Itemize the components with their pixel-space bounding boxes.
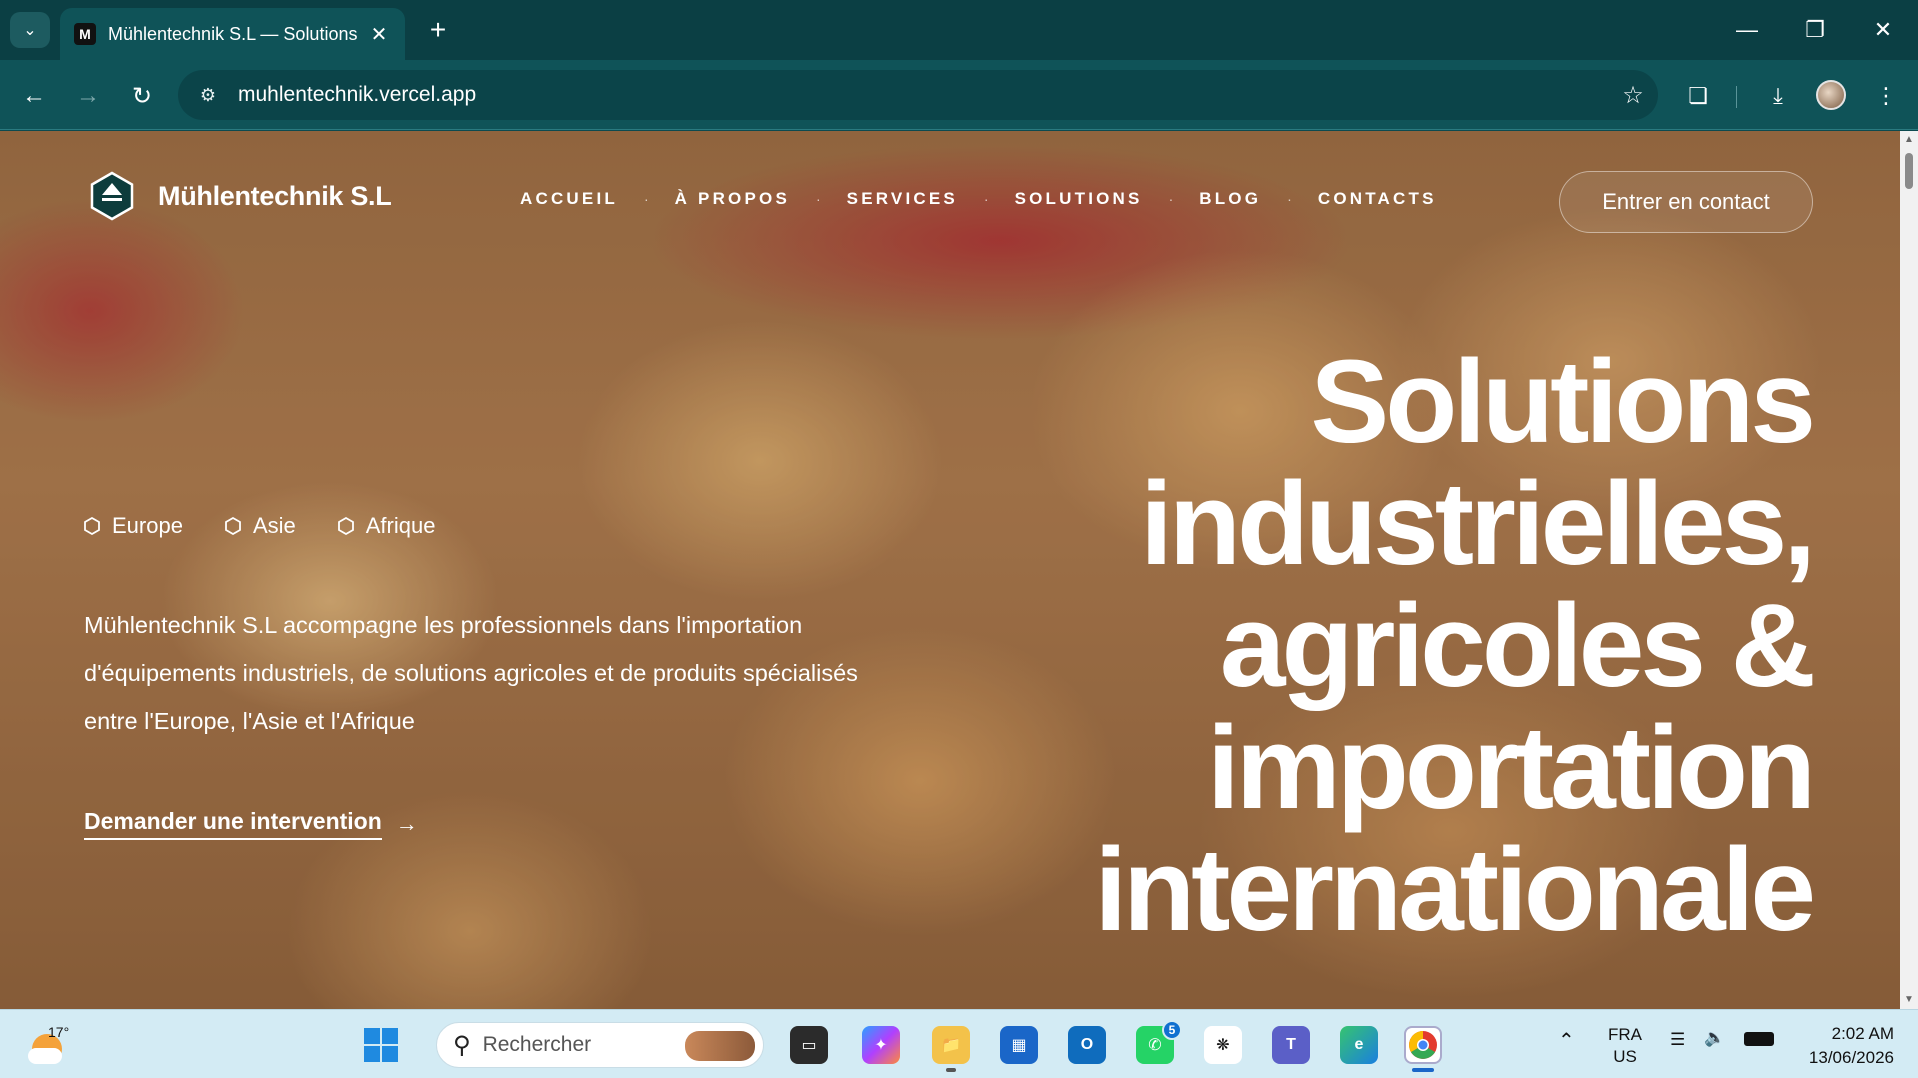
close-window-button[interactable]: ✕ xyxy=(1858,10,1908,50)
chatgpt-icon[interactable]: ❋ xyxy=(1204,1026,1242,1064)
search-highlight-image xyxy=(685,1031,755,1061)
tab-title: Mühlentechnik S.L — Solutions xyxy=(108,23,358,44)
region-list: Europe Asie Afrique xyxy=(84,513,477,539)
chevron-down-icon: ⌄ xyxy=(23,22,37,39)
scroll-up-arrow-icon[interactable]: ▲ xyxy=(1904,135,1914,145)
url-text[interactable]: muhlentechnik.vercel.app xyxy=(238,83,1608,107)
language-indicator[interactable]: FRA US xyxy=(1608,1024,1642,1068)
contact-cta-button[interactable]: Entrer en contact xyxy=(1559,171,1813,233)
nav-item-blog[interactable]: BLOG xyxy=(1199,189,1261,209)
region-afrique: Afrique xyxy=(337,513,436,539)
app-active-indicator xyxy=(1412,1068,1434,1072)
bookmark-star-icon[interactable]: ☆ xyxy=(1608,81,1658,110)
file-explorer-icon[interactable]: 📁 xyxy=(932,1026,970,1064)
keyboard-layout: US xyxy=(1613,1047,1637,1066)
teams-icon[interactable]: T xyxy=(1272,1026,1310,1064)
hero-section: Mühlentechnik S.L ACCUEIL · À PROPOS · S… xyxy=(0,131,1900,1009)
chrome-logo-icon xyxy=(1409,1031,1437,1059)
profile-avatar[interactable] xyxy=(1816,80,1846,110)
nav-item-solutions[interactable]: SOLUTIONS xyxy=(1015,189,1143,209)
region-label: Europe xyxy=(112,513,183,538)
weather-temperature: 17° xyxy=(48,1024,70,1040)
close-tab-icon[interactable]: ✕ xyxy=(367,22,391,47)
request-intervention-link[interactable]: Demander une intervention → xyxy=(84,808,418,840)
scroll-thumb[interactable] xyxy=(1905,153,1913,189)
microsoft-store-icon[interactable]: ▦ xyxy=(1000,1026,1038,1064)
search-placeholder: Rechercher xyxy=(482,1033,592,1056)
hexagon-outline-icon xyxy=(337,517,354,535)
clock-date: 13/06/2026 xyxy=(1808,1048,1894,1067)
chevron-up-icon[interactable]: ⌃ xyxy=(1558,1028,1575,1053)
restore-button[interactable]: ❐ xyxy=(1790,10,1840,50)
nav-separator: · xyxy=(1168,191,1174,207)
windows-taskbar: 17° ⚲ Rechercher ▭ ✦ 📁 ▦ O ✆ 5 ❋ T e ⌃ F… xyxy=(0,1009,1918,1078)
nav-item-a-propos[interactable]: À PROPOS xyxy=(675,189,790,209)
battery-icon[interactable] xyxy=(1744,1032,1774,1046)
clock-time: 2:02 AM xyxy=(1831,1024,1894,1043)
hexagon-outline-icon xyxy=(84,517,100,535)
tab-search-button[interactable]: ⌄ xyxy=(10,12,50,48)
headline-line: internationale xyxy=(1094,824,1816,956)
nav-separator: · xyxy=(815,191,821,207)
site-brand[interactable]: Mühlentechnik S.L xyxy=(90,171,392,221)
outlook-icon[interactable]: O xyxy=(1068,1026,1106,1064)
menu-kebab-icon[interactable]: ⋮ xyxy=(1866,76,1906,116)
forward-button[interactable]: → xyxy=(68,76,108,116)
nav-item-services[interactable]: SERVICES xyxy=(847,189,958,209)
nav-separator: · xyxy=(1287,191,1292,207)
edge-icon[interactable]: e xyxy=(1340,1026,1378,1064)
nav-item-accueil[interactable]: ACCUEIL xyxy=(520,189,618,209)
minimize-button[interactable]: — xyxy=(1722,10,1772,50)
scroll-down-arrow-icon[interactable]: ▼ xyxy=(1904,995,1914,1005)
brand-name: Mühlentechnik S.L xyxy=(158,180,392,211)
site-favicon: M xyxy=(74,23,96,45)
region-europe: Europe xyxy=(84,513,183,539)
language-code: FRA xyxy=(1608,1025,1642,1044)
nav-separator: · xyxy=(983,191,989,207)
hexagon-logo-icon xyxy=(90,171,134,221)
region-label: Asie xyxy=(252,513,296,538)
nav-item-contacts[interactable]: CONTACTS xyxy=(1318,189,1437,209)
headline-line: agricoles & xyxy=(1219,580,1816,712)
windows-start-icon[interactable] xyxy=(364,1028,398,1062)
headline-line: importation xyxy=(1207,702,1816,834)
download-icon[interactable]: ⤓ xyxy=(1758,76,1798,116)
browser-tab-bar: ⌄ M Mühlentechnik S.L — Solutions ✕ + — … xyxy=(0,0,1918,60)
whatsapp-icon[interactable]: ✆ 5 xyxy=(1136,1020,1182,1064)
new-tab-button[interactable]: + xyxy=(420,12,456,48)
extensions-icon[interactable]: ❏ xyxy=(1678,76,1718,116)
reload-button[interactable]: ↻ xyxy=(122,76,162,116)
task-view-icon[interactable]: ▭ xyxy=(790,1026,828,1064)
headline-line: Solutions xyxy=(1310,336,1816,468)
nav-separator: · xyxy=(643,191,649,207)
app-running-indicator xyxy=(946,1068,956,1072)
chrome-icon[interactable] xyxy=(1404,1026,1442,1064)
volume-icon[interactable]: 🔈 xyxy=(1704,1028,1725,1048)
copilot-icon[interactable]: ✦ xyxy=(862,1026,900,1064)
main-navigation: ACCUEIL · À PROPOS · SERVICES · SOLUTION… xyxy=(520,189,1437,209)
cloud-icon xyxy=(28,1048,62,1064)
intervention-label: Demander une intervention xyxy=(84,808,382,840)
hexagon-outline-icon xyxy=(225,517,241,535)
region-label: Afrique xyxy=(365,513,436,538)
search-icon: ⚲ xyxy=(453,1031,471,1059)
address-bar[interactable]: ⚙ muhlentechnik.vercel.app ☆ xyxy=(178,70,1658,120)
taskbar-search[interactable]: ⚲ Rechercher xyxy=(436,1022,764,1068)
headline-line: industrielles, xyxy=(1140,458,1816,590)
browser-tab-active[interactable]: M Mühlentechnik S.L — Solutions ✕ xyxy=(60,8,405,60)
back-button[interactable]: ← xyxy=(14,76,54,116)
taskbar-clock[interactable]: 2:02 AM 13/06/2026 xyxy=(1794,1022,1894,1070)
intro-paragraph: Mühlentechnik S.L accompagne les profess… xyxy=(84,612,858,734)
toolbar-divider xyxy=(1736,86,1737,108)
region-asie: Asie xyxy=(225,513,296,539)
browser-toolbar: ← → ↻ ⚙ muhlentechnik.vercel.app ☆ ❏ ⤓ ⋮ xyxy=(0,60,1918,130)
wifi-icon[interactable]: ☰ xyxy=(1670,1030,1685,1050)
site-info-icon[interactable]: ⚙ xyxy=(188,75,228,115)
notification-badge: 5 xyxy=(1162,1020,1182,1040)
page-scrollbar[interactable]: ▲ ▼ xyxy=(1900,131,1918,1009)
arrow-right-icon: → xyxy=(395,811,418,836)
hero-headline: Solutions industrielles, agricoles & imp… xyxy=(912,336,1816,956)
